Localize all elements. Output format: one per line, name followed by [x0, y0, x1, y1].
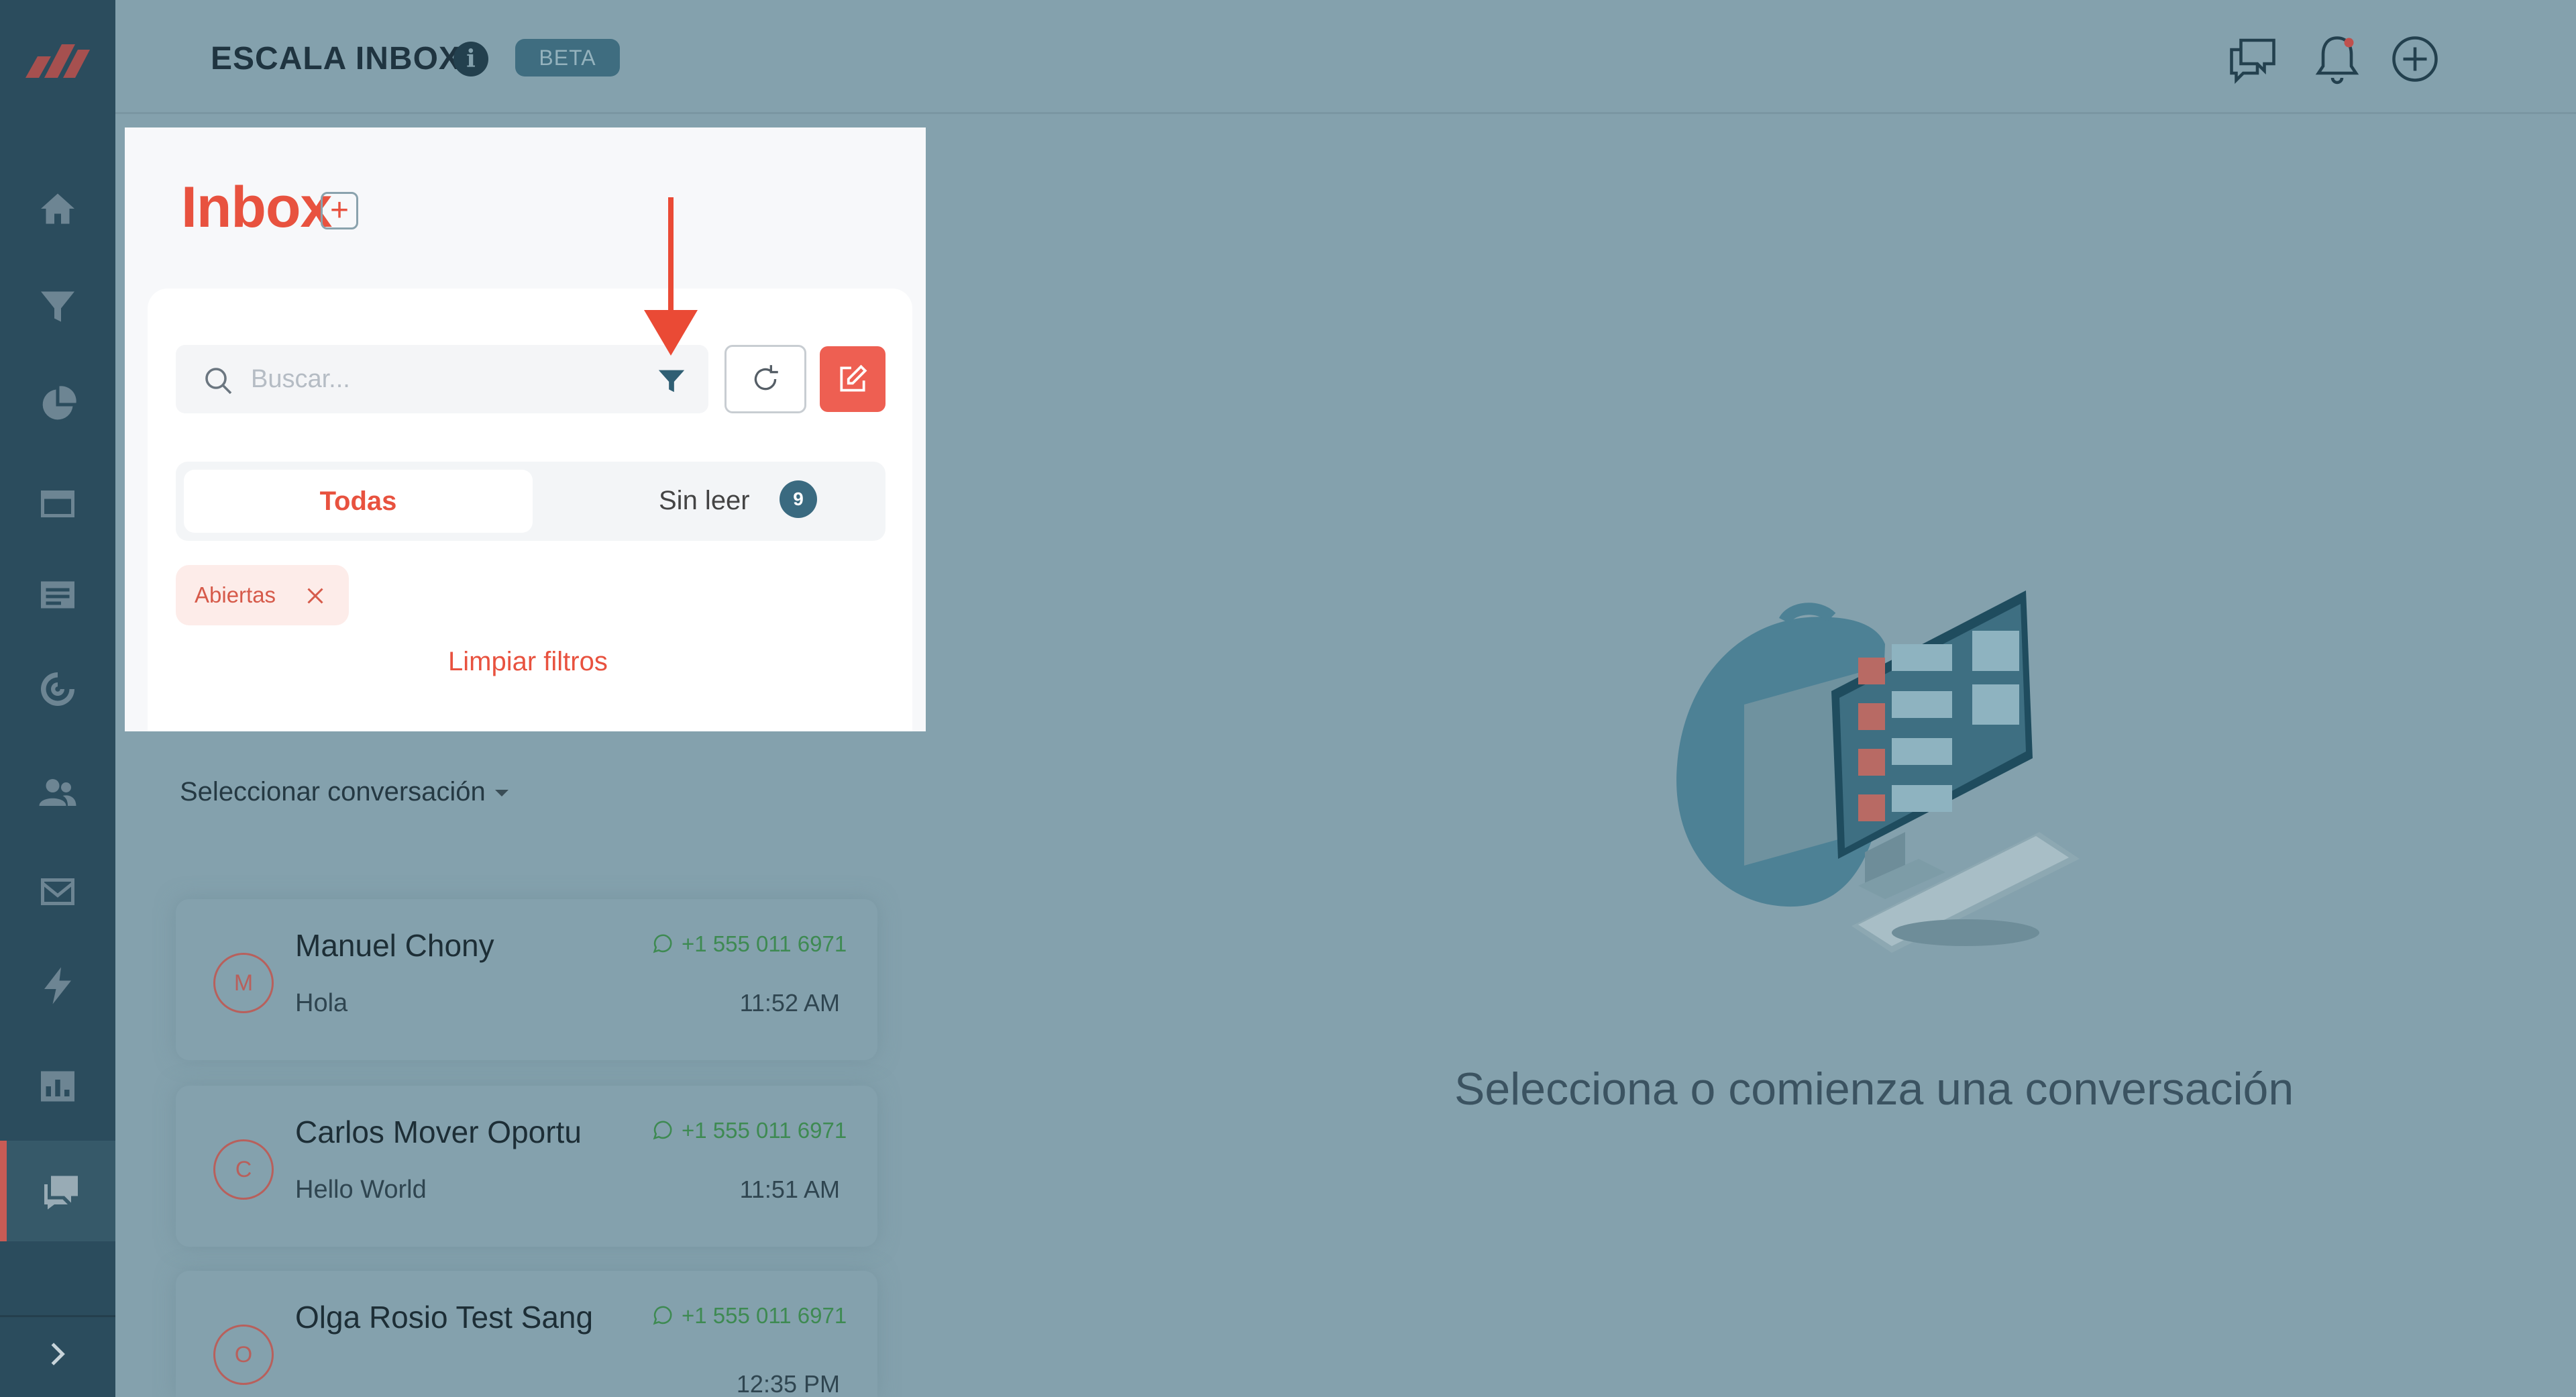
top-bar: ESCALA INBOX i BETA 2 — [115, 0, 2576, 114]
sidebar-item-contacts[interactable] — [0, 742, 115, 843]
contact-phone: +1 555 011 6971 — [651, 1118, 847, 1143]
sidebar-item-email[interactable] — [0, 841, 115, 942]
contact-phone: +1 555 011 6971 — [651, 1303, 847, 1329]
sidebar-item-inbox[interactable] — [0, 1141, 115, 1241]
sidebar-item-reports[interactable] — [0, 354, 115, 455]
funnel-icon — [41, 291, 74, 322]
bar-chart-icon — [41, 1071, 74, 1102]
search-icon — [205, 368, 232, 395]
caret-down-icon — [494, 790, 508, 797]
annotation-arrow — [644, 197, 698, 356]
select-conversation-label: Seleccionar conversación — [180, 777, 486, 807]
sidebar-item-automations[interactable] — [0, 935, 115, 1036]
whatsapp-icon — [653, 1306, 672, 1325]
tab-todas[interactable]: Todas — [184, 470, 533, 533]
empty-state-message: Selecciona o comienza una conversación — [1454, 1064, 2294, 1115]
contact-name: Carlos Mover Oportu — [295, 1115, 582, 1149]
chip-label: Abiertas — [195, 582, 276, 607]
whatsapp-icon — [653, 934, 672, 953]
plus-circle-icon[interactable] — [2387, 31, 2443, 87]
mail-icon — [41, 878, 74, 905]
tab-sin-leer[interactable]: Sin leer — [659, 486, 750, 516]
message-time: 11:51 AM — [739, 1176, 840, 1203]
sidebar-item-pages[interactable] — [0, 454, 115, 554]
avatar: O — [213, 1325, 274, 1385]
last-message: Hello World — [295, 1176, 427, 1204]
bell-icon[interactable] — [2309, 31, 2365, 87]
sidebar-divider — [0, 1315, 115, 1317]
sidebar-item-home[interactable] — [0, 158, 115, 259]
conversation-item[interactable]: M Manuel Chony +1 555 011 6971 Hola 11:5… — [176, 899, 877, 1060]
message-icon — [41, 581, 74, 609]
conversation-item[interactable]: C Carlos Mover Oportu +1 555 011 6971 He… — [176, 1086, 877, 1247]
refresh-icon — [754, 365, 778, 391]
new-inbox-button[interactable]: + — [321, 192, 358, 229]
inbox-title: Inbox — [181, 175, 332, 240]
home-icon — [41, 193, 74, 224]
message-time: 11:52 AM — [739, 989, 840, 1017]
users-icon — [39, 779, 76, 806]
sidebar — [0, 0, 115, 1397]
filter-icon[interactable] — [656, 365, 687, 396]
avatar: M — [213, 953, 274, 1013]
select-conversation-dropdown[interactable]: Seleccionar conversación — [180, 777, 508, 807]
pie-chart-icon — [42, 386, 76, 420]
target-icon — [41, 672, 74, 706]
inbox-filter-panel: Inbox + — [125, 127, 926, 731]
search-box — [176, 345, 708, 413]
contact-name: Olga Rosio Test Sang — [295, 1300, 594, 1335]
chat-icon[interactable] — [2224, 31, 2281, 87]
sidebar-item-goals[interactable] — [0, 639, 115, 739]
whatsapp-icon — [653, 1121, 672, 1140]
bolt-icon — [44, 967, 71, 1004]
conversation-item[interactable]: O Olga Rosio Test Sang +1 555 011 6971 1… — [176, 1271, 877, 1397]
computer-illustration — [1676, 590, 2080, 953]
beta-badge: BETA — [515, 39, 620, 76]
inbox-chat-icon — [44, 1176, 78, 1210]
filter-chip-abiertas: Abiertas — [176, 565, 349, 625]
sidebar-item-analytics[interactable] — [0, 1036, 115, 1137]
chevron-right-icon — [51, 1343, 65, 1365]
info-icon[interactable]: i — [453, 42, 488, 76]
tabs: Todas Sin leer 9 — [176, 462, 885, 541]
sidebar-item-messages[interactable] — [0, 546, 115, 647]
contact-name: Manuel Chony — [295, 928, 494, 963]
escala-logo[interactable] — [24, 30, 91, 83]
edit-icon — [840, 364, 867, 392]
refresh-button[interactable] — [724, 345, 806, 413]
unread-count-badge: 9 — [780, 480, 817, 518]
last-message: Hola — [295, 989, 348, 1017]
sidebar-expand-button[interactable] — [27, 1327, 87, 1381]
close-icon[interactable] — [303, 584, 327, 608]
clear-filters-link[interactable]: Limpiar filtros — [448, 647, 608, 677]
sidebar-item-funnel[interactable] — [0, 256, 115, 357]
contact-phone: +1 555 011 6971 — [651, 931, 847, 957]
avatar: C — [213, 1139, 274, 1200]
message-time: 12:35 PM — [736, 1370, 840, 1397]
window-icon — [41, 490, 74, 517]
search-input[interactable] — [251, 358, 627, 400]
compose-button[interactable] — [820, 346, 885, 412]
page-title: ESCALA INBOX — [211, 41, 461, 76]
